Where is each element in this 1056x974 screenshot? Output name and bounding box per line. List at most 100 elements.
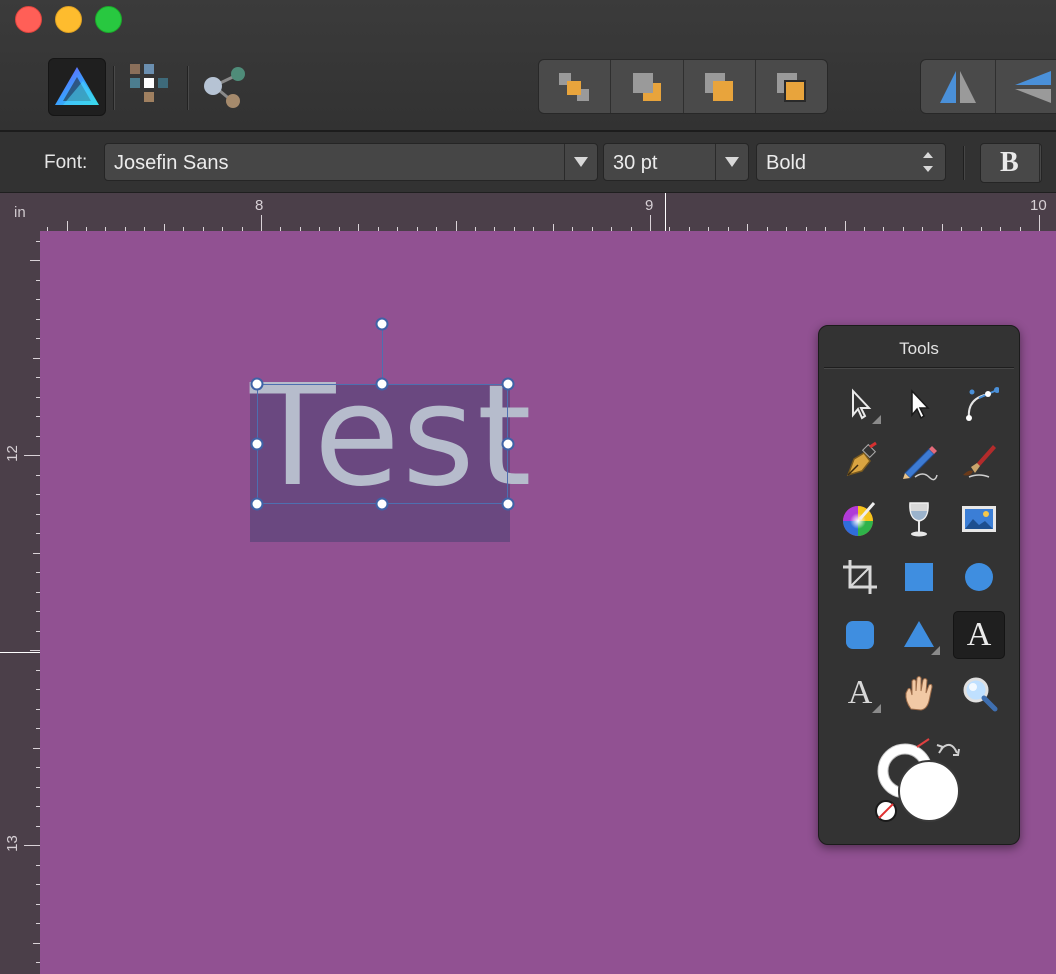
ruler-label-8: 8 [255,197,264,214]
ruler-label-13: 13 [3,835,21,852]
flip-horizontal-icon [940,70,976,103]
flip-horizontal-button[interactable] [921,60,996,113]
flyout-indicator [872,704,881,713]
up-down-arrows-icon [923,150,933,174]
vertical-ruler-ticks [24,241,40,963]
rectangle-tool-button[interactable] [894,554,944,600]
arrange-button-group [538,59,828,114]
minimize-window-button[interactable] [55,6,82,33]
resize-handle-bottom[interactable] [375,497,389,511]
zoom-window-button[interactable] [95,6,122,33]
export-persona-button[interactable] [196,58,252,114]
tools-panel-title: Tools [899,339,939,358]
pen-tool-icon [846,441,877,477]
tools-panel: Tools A A [818,325,1020,845]
rounded-rectangle-tool-button[interactable] [835,612,885,658]
vector-crop-icon [966,387,999,421]
flip-vertical-icon [1015,70,1051,103]
no-colour-icon[interactable] [875,800,897,822]
horizontal-ruler-ticks [47,215,1040,231]
place-image-icon [962,506,996,532]
fill-tool-icon [843,502,876,536]
move-to-back-icon [558,72,589,101]
bold-button[interactable]: B [980,143,1042,183]
pencil-tool-button[interactable] [894,438,944,484]
chevron-down-icon [725,157,739,167]
horizontal-ruler[interactable] [0,193,1056,231]
vector-crop-tool-button[interactable] [954,381,1004,427]
zoom-tool-icon [963,677,998,712]
font-size-combo[interactable]: 30 pt [603,143,749,181]
view-tool-button[interactable] [894,670,944,716]
move-to-back-button[interactable] [539,60,612,113]
flip-vertical-button[interactable] [996,60,1056,113]
zoom-tool-button[interactable] [954,670,1004,716]
resize-handle-right[interactable] [501,437,515,451]
toolbar-separator [113,66,115,110]
toolbar-separator [187,66,189,110]
flyout-indicator [931,646,940,655]
pen-tool-button[interactable] [835,438,885,484]
vector-brush-icon [963,445,996,478]
resize-handle-top[interactable] [375,377,389,391]
crop-tool-button[interactable] [835,554,885,600]
ruler-cursor-marker [665,193,666,231]
ruler-label-9: 9 [645,197,654,214]
move-to-front-button[interactable] [756,60,827,113]
font-family-dropdown-button[interactable] [564,144,597,180]
rounded-rectangle-icon [846,621,874,649]
rectangle-tool-icon [905,563,933,591]
view-tool-icon [905,676,933,711]
font-weight-value: Bold [766,152,807,174]
resize-handle-bottom-left[interactable] [250,497,264,511]
context-toolbar: Font: Josefin Sans 30 pt Bold B [0,132,1056,193]
vertical-ruler[interactable] [0,231,40,974]
place-image-tool-button[interactable] [954,496,1004,542]
triangle-tool-button[interactable] [894,612,944,658]
vector-brush-tool-button[interactable] [954,438,1004,484]
transparency-tool-button[interactable] [894,496,944,542]
segment-divider [1039,144,1040,182]
node-tool-icon [911,389,930,420]
resize-handle-bottom-right[interactable] [501,497,515,511]
bold-label: B [1000,147,1019,178]
resize-handle-top-right[interactable] [501,377,515,391]
fill-tool-button[interactable] [835,496,885,542]
export-nodes-icon [204,67,245,108]
selection-box [257,384,508,504]
resize-handle-left[interactable] [250,437,264,451]
ruler-unit: in [14,204,26,221]
pencil-tool-icon [903,446,938,481]
photo-persona-button[interactable] [48,58,106,116]
close-window-button[interactable] [15,6,42,33]
move-back-one-button[interactable] [611,60,684,113]
move-tool-button[interactable] [835,381,885,427]
flip-button-group [920,59,1056,114]
flyout-indicator [872,415,881,424]
main-toolbar [0,0,1056,132]
move-forward-one-icon [705,72,734,101]
move-to-front-icon [777,72,807,102]
swap-colours-icon[interactable] [936,743,960,756]
ellipse-tool-icon [965,563,993,591]
artistic-text-tool-button[interactable]: A [953,611,1005,659]
develop-persona-button[interactable] [120,58,176,114]
rotation-handle-stem [382,324,383,384]
font-family-combo[interactable]: Josefin Sans [104,143,598,181]
ellipse-tool-button[interactable] [954,554,1004,600]
develop-grid-icon [130,64,168,102]
affinity-photo-icon [55,67,99,105]
font-size-dropdown-button[interactable] [715,144,748,180]
move-tool-icon [852,388,872,420]
move-forward-one-button[interactable] [684,60,756,113]
rotation-handle[interactable] [375,317,389,331]
ruler-label-12: 12 [3,445,21,462]
tools-panel-divider [824,367,1014,369]
resize-handle-top-left[interactable] [250,377,264,391]
fill-colour-swatch[interactable] [898,760,960,822]
node-tool-button[interactable] [894,381,944,427]
font-label: Font: [44,152,88,173]
frame-text-tool-button[interactable]: A [835,670,885,716]
colour-selector [871,731,975,831]
font-weight-select[interactable]: Bold [756,143,946,181]
